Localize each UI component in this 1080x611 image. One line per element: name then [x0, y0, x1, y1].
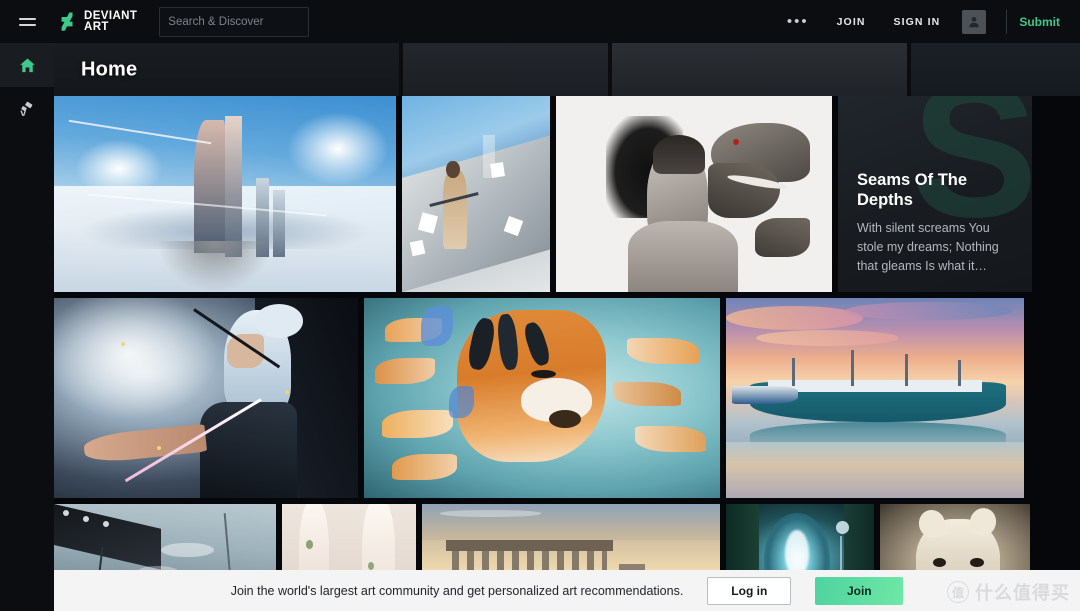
log-in-button[interactable]: Log in	[707, 576, 792, 605]
artwork-grid: S Seams Of The Depths With silent scream…	[54, 96, 1080, 611]
artwork-man-snake-drawing[interactable]	[556, 96, 832, 292]
hamburger-line	[18, 17, 36, 20]
left-sidebar-rail	[0, 43, 54, 611]
more-options-button[interactable]: •••	[773, 14, 823, 29]
hero-bg-segment	[612, 43, 907, 96]
join-link[interactable]: JOIN	[823, 16, 880, 28]
home-icon	[19, 58, 35, 72]
sign-in-link[interactable]: SIGN IN	[880, 16, 955, 28]
artwork-thumbnail	[402, 96, 550, 292]
submit-button[interactable]: Submit	[1019, 15, 1066, 29]
artwork-tiger-koi-fish[interactable]	[364, 298, 720, 498]
signup-banner: Join the world's largest art community a…	[54, 570, 1080, 611]
sidebar-item-discover[interactable]	[0, 87, 54, 131]
page-hero-header: Home	[54, 43, 1080, 96]
top-navigation-bar: DEVIANT ART ••• JOIN SIGN IN Submit	[0, 0, 1080, 43]
hamburger-menu-icon[interactable]	[0, 0, 54, 43]
telescope-icon	[19, 101, 32, 116]
artwork-figure-stairs[interactable]	[402, 96, 550, 292]
banner-message: Join the world's largest art community a…	[230, 583, 684, 598]
promo-description: With silent screams You stole my dreams;…	[857, 221, 999, 273]
hero-background	[54, 43, 1080, 96]
deviantart-home-page: DEVIANT ART ••• JOIN SIGN IN Submit	[0, 0, 1080, 611]
hamburger-line	[18, 23, 36, 26]
page-title: Home	[81, 58, 138, 80]
hero-bg-segment	[911, 43, 1080, 96]
sidebar-item-home[interactable]	[0, 43, 54, 87]
artwork-thumbnail	[556, 96, 832, 292]
artwork-harbor-boats-sunset[interactable]	[726, 298, 1024, 498]
join-button[interactable]: Join	[815, 576, 904, 605]
promo-card-seams-of-the-depths[interactable]: S Seams Of The Depths With silent scream…	[838, 96, 1032, 292]
user-avatar-icon	[969, 16, 980, 27]
top-navigation-right: ••• JOIN SIGN IN Submit	[773, 0, 1080, 43]
deviantart-logo-icon	[58, 11, 78, 33]
grid-row: S Seams Of The Depths With silent scream…	[54, 96, 1080, 292]
deviantart-logo[interactable]: DEVIANT ART	[58, 10, 137, 33]
nav-divider	[1006, 9, 1008, 34]
search-box[interactable]	[159, 6, 323, 37]
user-avatar-button[interactable]	[962, 9, 987, 34]
promo-title: Seams Of The Depths	[857, 171, 968, 209]
promo-content: Seams Of The Depths With silent screams …	[857, 170, 1016, 276]
grid-row	[54, 298, 1080, 498]
artwork-white-haired-swordswoman[interactable]	[54, 298, 358, 498]
deviantart-wordmark: DEVIANT ART	[84, 10, 137, 33]
artwork-thumbnail	[726, 298, 1024, 498]
brand-line-2: ART	[84, 20, 109, 33]
artwork-thumbnail	[54, 96, 396, 292]
artwork-thumbnail	[364, 298, 720, 498]
artwork-thumbnail	[54, 298, 358, 498]
hero-bg-segment	[403, 43, 608, 96]
search-input[interactable]	[168, 15, 323, 28]
artwork-sky-monument[interactable]	[54, 96, 396, 292]
